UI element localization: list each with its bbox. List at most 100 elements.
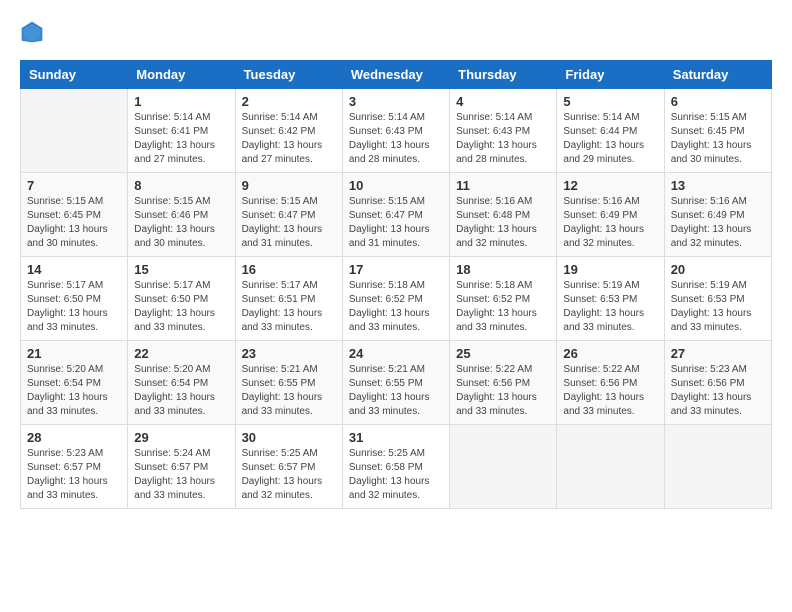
column-header-thursday: Thursday — [450, 61, 557, 89]
calendar-cell: 19 Sunrise: 5:19 AMSunset: 6:53 PMDayligh… — [557, 257, 664, 341]
day-info: Sunrise: 5:22 AMSunset: 6:56 PMDaylight:… — [456, 363, 550, 419]
logo-icon — [20, 20, 44, 44]
day-info: Sunrise: 5:24 AMSunset: 6:57 PMDaylight:… — [134, 447, 228, 503]
day-number: 1 — [134, 94, 228, 109]
calendar-cell: 27 Sunrise: 5:23 AMSunset: 6:56 PMDayligh… — [664, 341, 771, 425]
day-number: 13 — [671, 178, 765, 193]
calendar-cell: 15 Sunrise: 5:17 AMSunset: 6:50 PMDayligh… — [128, 257, 235, 341]
day-info: Sunrise: 5:15 AMSunset: 6:47 PMDaylight:… — [242, 195, 336, 251]
day-number: 15 — [134, 262, 228, 277]
day-info: Sunrise: 5:25 AMSunset: 6:57 PMDaylight:… — [242, 447, 336, 503]
calendar-cell: 23Sunrise: 5:21 AMSunset: 6:55 PMDayligh… — [235, 341, 342, 425]
calendar-cell — [450, 425, 557, 509]
day-number: 8 — [134, 178, 228, 193]
day-info: Sunrise: 5:17 AMSunset: 6:50 PMDaylight:… — [27, 279, 121, 335]
day-number: 3 — [349, 94, 443, 109]
day-number: 10 — [349, 178, 443, 193]
calendar-cell: 2 Sunrise: 5:14 AMSunset: 6:42 PMDaylight… — [235, 89, 342, 173]
day-info: Sunrise: 5:19 AMSunset: 6:53 PMDaylight:… — [563, 279, 657, 335]
day-info: Sunrise: 5:22 AMSunset: 6:56 PMDaylight:… — [563, 363, 657, 419]
calendar-table: SundayMondayTuesdayWednesdayThursdayFrid… — [20, 60, 772, 509]
day-number: 31 — [349, 430, 443, 445]
calendar-header-row: SundayMondayTuesdayWednesdayThursdayFrid… — [21, 61, 772, 89]
day-info: Sunrise: 5:14 AMSunset: 6:43 PMDaylight:… — [349, 111, 443, 167]
day-number: 21 — [27, 346, 121, 361]
day-info: Sunrise: 5:15 AMSunset: 6:45 PMDaylight:… — [27, 195, 121, 251]
calendar-cell: 17 Sunrise: 5:18 AMSunset: 6:52 PMDayligh… — [342, 257, 449, 341]
day-number: 17 — [349, 262, 443, 277]
day-info: Sunrise: 5:21 AMSunset: 6:55 PMDaylight:… — [242, 363, 336, 419]
day-number: 25 — [456, 346, 550, 361]
calendar-cell: 13 Sunrise: 5:16 AMSunset: 6:49 PMDayligh… — [664, 173, 771, 257]
calendar-week-3: 14 Sunrise: 5:17 AMSunset: 6:50 PMDayligh… — [21, 257, 772, 341]
calendar-cell: 3 Sunrise: 5:14 AMSunset: 6:43 PMDaylight… — [342, 89, 449, 173]
day-info: Sunrise: 5:15 AMSunset: 6:46 PMDaylight:… — [134, 195, 228, 251]
calendar-cell: 24 Sunrise: 5:21 AMSunset: 6:55 PMDayligh… — [342, 341, 449, 425]
day-number: 22 — [134, 346, 228, 361]
day-info: Sunrise: 5:14 AMSunset: 6:43 PMDaylight:… — [456, 111, 550, 167]
calendar-cell: 22Sunrise: 5:20 AMSunset: 6:54 PMDayligh… — [128, 341, 235, 425]
calendar-cell — [21, 89, 128, 173]
calendar-cell: 7 Sunrise: 5:15 AMSunset: 6:45 PMDaylight… — [21, 173, 128, 257]
calendar-cell: 29 Sunrise: 5:24 AMSunset: 6:57 PMDayligh… — [128, 425, 235, 509]
column-header-friday: Friday — [557, 61, 664, 89]
day-info: Sunrise: 5:17 AMSunset: 6:50 PMDaylight:… — [134, 279, 228, 335]
day-info: Sunrise: 5:16 AMSunset: 6:49 PMDaylight:… — [671, 195, 765, 251]
calendar-cell: 26 Sunrise: 5:22 AMSunset: 6:56 PMDayligh… — [557, 341, 664, 425]
calendar-cell: 9Sunrise: 5:15 AMSunset: 6:47 PMDaylight… — [235, 173, 342, 257]
day-number: 12 — [563, 178, 657, 193]
day-info: Sunrise: 5:16 AMSunset: 6:49 PMDaylight:… — [563, 195, 657, 251]
calendar-cell: 30Sunrise: 5:25 AMSunset: 6:57 PMDayligh… — [235, 425, 342, 509]
day-info: Sunrise: 5:23 AMSunset: 6:57 PMDaylight:… — [27, 447, 121, 503]
day-info: Sunrise: 5:23 AMSunset: 6:56 PMDaylight:… — [671, 363, 765, 419]
calendar-cell: 12 Sunrise: 5:16 AMSunset: 6:49 PMDayligh… — [557, 173, 664, 257]
day-info: Sunrise: 5:14 AMSunset: 6:41 PMDaylight:… — [134, 111, 228, 167]
calendar-cell: 28 Sunrise: 5:23 AMSunset: 6:57 PMDayligh… — [21, 425, 128, 509]
calendar-week-1: 1 Sunrise: 5:14 AMSunset: 6:41 PMDaylight… — [21, 89, 772, 173]
logo — [20, 20, 48, 44]
day-number: 11 — [456, 178, 550, 193]
column-header-tuesday: Tuesday — [235, 61, 342, 89]
calendar-week-2: 7 Sunrise: 5:15 AMSunset: 6:45 PMDaylight… — [21, 173, 772, 257]
calendar-cell: 25 Sunrise: 5:22 AMSunset: 6:56 PMDayligh… — [450, 341, 557, 425]
day-info: Sunrise: 5:25 AMSunset: 6:58 PMDaylight:… — [349, 447, 443, 503]
calendar-week-5: 28 Sunrise: 5:23 AMSunset: 6:57 PMDayligh… — [21, 425, 772, 509]
day-number: 27 — [671, 346, 765, 361]
calendar-cell: 1 Sunrise: 5:14 AMSunset: 6:41 PMDaylight… — [128, 89, 235, 173]
calendar-cell: 4 Sunrise: 5:14 AMSunset: 6:43 PMDaylight… — [450, 89, 557, 173]
column-header-sunday: Sunday — [21, 61, 128, 89]
calendar-cell — [664, 425, 771, 509]
column-header-saturday: Saturday — [664, 61, 771, 89]
day-number: 2 — [242, 94, 336, 109]
day-number: 14 — [27, 262, 121, 277]
day-info: Sunrise: 5:14 AMSunset: 6:44 PMDaylight:… — [563, 111, 657, 167]
calendar-cell — [557, 425, 664, 509]
calendar-week-4: 21Sunrise: 5:20 AMSunset: 6:54 PMDayligh… — [21, 341, 772, 425]
day-info: Sunrise: 5:15 AMSunset: 6:47 PMDaylight:… — [349, 195, 443, 251]
day-info: Sunrise: 5:18 AMSunset: 6:52 PMDaylight:… — [349, 279, 443, 335]
day-number: 19 — [563, 262, 657, 277]
calendar-cell: 8 Sunrise: 5:15 AMSunset: 6:46 PMDaylight… — [128, 173, 235, 257]
day-info: Sunrise: 5:19 AMSunset: 6:53 PMDaylight:… — [671, 279, 765, 335]
column-header-monday: Monday — [128, 61, 235, 89]
day-number: 29 — [134, 430, 228, 445]
day-number: 24 — [349, 346, 443, 361]
page-header — [20, 20, 772, 44]
day-number: 7 — [27, 178, 121, 193]
day-info: Sunrise: 5:17 AMSunset: 6:51 PMDaylight:… — [242, 279, 336, 335]
calendar-cell: 18Sunrise: 5:18 AMSunset: 6:52 PMDayligh… — [450, 257, 557, 341]
column-header-wednesday: Wednesday — [342, 61, 449, 89]
calendar-cell: 10 Sunrise: 5:15 AMSunset: 6:47 PMDayligh… — [342, 173, 449, 257]
day-number: 16 — [242, 262, 336, 277]
day-number: 6 — [671, 94, 765, 109]
day-info: Sunrise: 5:14 AMSunset: 6:42 PMDaylight:… — [242, 111, 336, 167]
calendar-cell: 20Sunrise: 5:19 AMSunset: 6:53 PMDayligh… — [664, 257, 771, 341]
calendar-cell: 11Sunrise: 5:16 AMSunset: 6:48 PMDayligh… — [450, 173, 557, 257]
calendar-cell: 16 Sunrise: 5:17 AMSunset: 6:51 PMDayligh… — [235, 257, 342, 341]
day-number: 4 — [456, 94, 550, 109]
day-number: 28 — [27, 430, 121, 445]
calendar-cell: 21Sunrise: 5:20 AMSunset: 6:54 PMDayligh… — [21, 341, 128, 425]
calendar-cell: 31 Sunrise: 5:25 AMSunset: 6:58 PMDayligh… — [342, 425, 449, 509]
day-info: Sunrise: 5:21 AMSunset: 6:55 PMDaylight:… — [349, 363, 443, 419]
day-number: 26 — [563, 346, 657, 361]
